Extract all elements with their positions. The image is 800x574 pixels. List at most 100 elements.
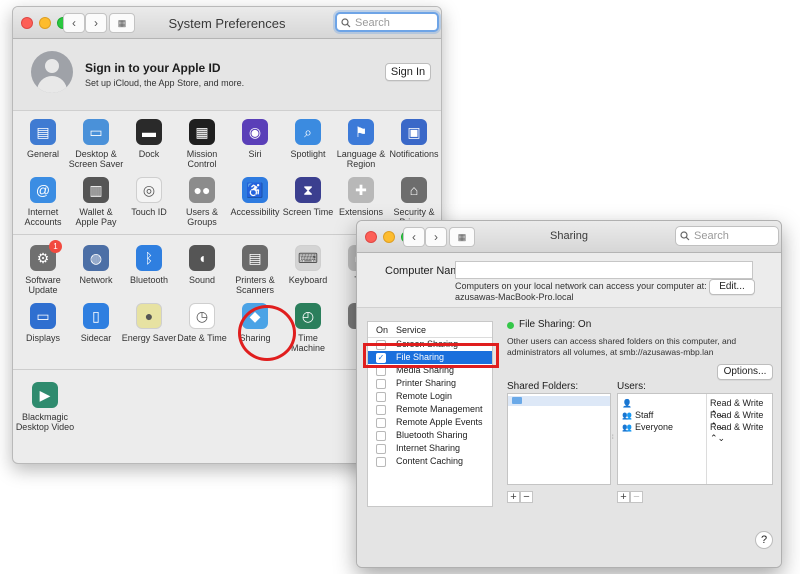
pref-display[interactable]: ▭ Displays: [15, 303, 71, 343]
sharing-description: Other users can access shared folders on…: [507, 336, 737, 357]
pref-label: Bluetooth: [129, 275, 169, 285]
service-name: Remote Management: [396, 404, 483, 414]
service-row[interactable]: Remote Login: [368, 390, 492, 403]
user-name[interactable]: 👥 Everyone: [622, 422, 673, 433]
pref-accessibility[interactable]: ♿ Accessibility: [227, 177, 283, 217]
pref-label: Extensions: [338, 207, 384, 217]
pref-label: Internet Accounts: [24, 207, 62, 227]
pref-label: Sidecar: [80, 333, 112, 343]
sign-in-button[interactable]: Sign In: [385, 63, 431, 81]
blackmagic-icon: ▶: [32, 382, 58, 408]
pref-label: Software Update: [25, 275, 61, 295]
pref-printer[interactable]: ▤ Printers & Scanners: [227, 245, 283, 295]
service-checkbox[interactable]: [376, 405, 386, 415]
pref-globe[interactable]: ◍ Network: [68, 245, 124, 285]
service-name: Remote Login: [396, 391, 453, 401]
remove-folder-button[interactable]: −: [520, 491, 533, 503]
wallet-icon: ▥: [83, 177, 109, 203]
pref-label: Energy Saver: [121, 333, 177, 343]
service-checkbox[interactable]: [376, 444, 386, 454]
pref-dock[interactable]: ▬ Dock: [121, 119, 177, 159]
sharing-window: ‹ › ▦ Sharing Search Computer Name: Comp…: [356, 220, 782, 568]
service-checkbox[interactable]: [376, 418, 386, 428]
pref-blackmagic[interactable]: ▶ Blackmagic Desktop Video: [15, 382, 75, 432]
pref-label: Siri: [248, 149, 262, 159]
search-icon: [341, 16, 351, 34]
user-name[interactable]: 👤: [622, 398, 635, 409]
pref-label: Keyboard: [288, 275, 328, 285]
pref-spotlight[interactable]: ⌕ Spotlight: [280, 119, 336, 159]
permission-select[interactable]: Read & Write ⌃⌄: [710, 422, 772, 444]
shared-folders-list[interactable]: [507, 393, 611, 485]
folder-icon: [512, 397, 522, 404]
pref-label: Mission Control: [186, 149, 218, 169]
computer-name-field[interactable]: [455, 261, 753, 279]
display-icon: ▭: [30, 303, 56, 329]
pref-label: Desktop & Screen Saver: [68, 149, 124, 169]
search-input[interactable]: Search: [335, 12, 439, 32]
pref-language[interactable]: ⚑ Language & Region: [333, 119, 389, 169]
search-placeholder: Search: [694, 230, 729, 242]
service-row[interactable]: Internet Sharing: [368, 442, 492, 455]
service-row[interactable]: Printer Sharing: [368, 377, 492, 390]
pref-bulb[interactable]: ● Energy Saver: [121, 303, 177, 343]
pref-gear[interactable]: ⚙ 1 Software Update: [15, 240, 71, 295]
users-list[interactable]: 👤 Read & Write ⌃⌄ 👥 Staff Read & Write ⌃⌄ 👥 Ev…: [617, 393, 773, 485]
notifications-icon: ▣: [401, 119, 427, 145]
accessibility-icon: ♿: [242, 177, 268, 203]
highlight-circle: [238, 305, 296, 361]
service-row[interactable]: Content Caching: [368, 455, 492, 468]
pref-keyboard[interactable]: ⌨ Keyboard: [280, 245, 336, 285]
pref-siri[interactable]: ◉ Siri: [227, 119, 283, 159]
service-column-header: Service: [396, 325, 427, 335]
add-folder-button[interactable]: +: [507, 491, 520, 503]
pref-mission-control[interactable]: ▦ Mission Control: [174, 119, 230, 169]
service-row[interactable]: Remote Management: [368, 403, 492, 416]
pref-hourglass[interactable]: ⧗ Screen Time: [280, 177, 336, 217]
user-icon: 👤: [622, 399, 632, 408]
service-checkbox[interactable]: [376, 457, 386, 467]
clock-icon: ◷: [189, 303, 215, 329]
pref-clock[interactable]: ◷ Date & Time: [174, 303, 230, 343]
service-checkbox[interactable]: [376, 431, 386, 441]
service-row[interactable]: Bluetooth Sharing: [368, 429, 492, 442]
pref-wallet[interactable]: ▥ Wallet & Apple Pay: [68, 177, 124, 227]
pref-label: Accessibility: [230, 207, 280, 217]
service-checkbox[interactable]: [376, 392, 386, 402]
pref-users[interactable]: ●● Users & Groups: [174, 177, 230, 227]
pref-label: Network: [79, 275, 113, 285]
pref-label: Language & Region: [336, 149, 386, 169]
help-button[interactable]: ?: [755, 531, 773, 549]
pref-at[interactable]: @ Internet Accounts: [15, 177, 71, 227]
bluetooth-icon: ᛒ: [136, 245, 162, 271]
shared-folder-item[interactable]: [508, 396, 610, 406]
siri-icon: ◉: [242, 119, 268, 145]
speaker-icon: ◖: [189, 245, 215, 271]
mission-control-icon: ▦: [189, 119, 215, 145]
options-button[interactable]: Options...: [717, 364, 773, 380]
service-name: Internet Sharing: [396, 443, 461, 453]
user-name[interactable]: 👥 Staff: [622, 410, 653, 421]
pref-label: Wallet & Apple Pay: [75, 207, 117, 227]
spotlight-icon: ⌕: [295, 119, 321, 145]
pref-general[interactable]: ▤ General: [15, 119, 71, 159]
preferences-section-personal: ▤ General ▭ Desktop & Screen Saver ▬ Dock ▦ Mis…: [13, 119, 441, 234]
remove-user-button[interactable]: −: [630, 491, 643, 503]
pref-notifications[interactable]: ▣ Notifications: [386, 119, 441, 159]
apple-id-title: Sign in to your Apple ID: [85, 61, 221, 75]
edit-button[interactable]: Edit...: [709, 279, 755, 295]
pref-puzzle[interactable]: ✚ Extensions: [333, 177, 389, 217]
splitter-handle[interactable]: ⁞: [612, 435, 614, 441]
puzzle-icon: ✚: [348, 177, 374, 203]
service-checkbox[interactable]: [376, 379, 386, 389]
pref-label: Notifications: [389, 149, 439, 159]
pref-fingerprint[interactable]: ◎ Touch ID: [121, 177, 177, 217]
add-user-button[interactable]: +: [617, 491, 630, 503]
pref-bluetooth[interactable]: ᛒ Bluetooth: [121, 245, 177, 285]
apple-id-banner: Sign in to your Apple ID Set up iCloud, …: [13, 39, 441, 111]
search-input[interactable]: Search: [675, 226, 779, 246]
pref-speaker[interactable]: ◖ Sound: [174, 245, 230, 285]
service-row[interactable]: Remote Apple Events: [368, 416, 492, 429]
pref-desktop[interactable]: ▭ Desktop & Screen Saver: [68, 119, 124, 169]
pref-sidecar[interactable]: ▯ Sidecar: [68, 303, 124, 343]
